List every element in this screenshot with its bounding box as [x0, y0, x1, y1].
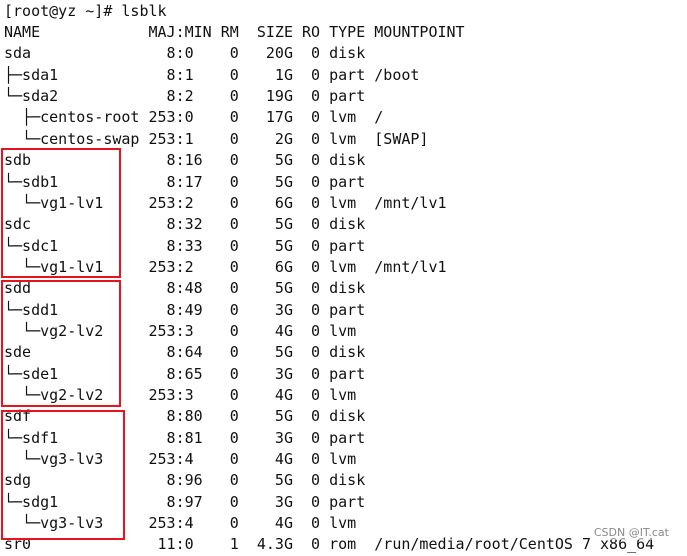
lsblk-row: └─sda2 8:2 0 19G 0 part [4, 87, 366, 105]
highlight-box-vg3 [1, 410, 125, 540]
command-prompt: [root@yz ~]# lsblk [4, 2, 167, 20]
csdn-watermark: CSDN @IT.cat [593, 526, 669, 540]
terminal-window[interactable]: [root@yz ~]# lsblk NAME MAJ:MIN RM SIZE … [0, 0, 687, 556]
highlight-box-vg1 [1, 148, 121, 278]
lsblk-row: └─centos-swap 253:1 0 2G 0 lvm [SWAP] [4, 129, 429, 148]
lsblk-row: sda 8:0 0 20G 0 disk [4, 44, 366, 62]
lsblk-row: ├─sda1 8:1 0 1G 0 part /boot [4, 65, 420, 84]
lsblk-header: NAME MAJ:MIN RM SIZE RO TYPE MOUNTPOINT [4, 23, 465, 41]
highlight-box-vg2 [1, 280, 121, 407]
lsblk-row: ├─centos-root 253:0 0 17G 0 lvm / [4, 108, 384, 126]
